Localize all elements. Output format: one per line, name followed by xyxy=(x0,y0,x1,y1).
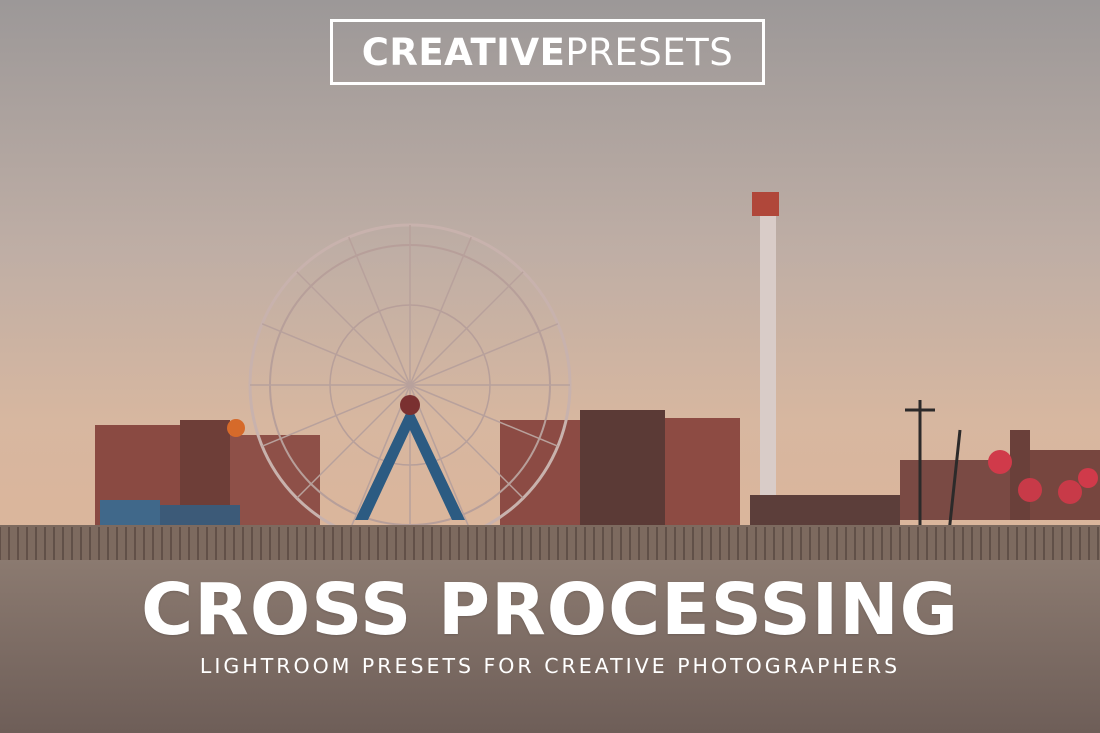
beach-fence xyxy=(0,525,1100,565)
logo-bold-text: CREATIVE xyxy=(361,30,566,74)
logo-light-text: PRESETS xyxy=(565,30,734,74)
hero-image: CREATIVE PRESETS CROSS PROCESSING LIGHTRO… xyxy=(0,0,1100,733)
ferris-wheel xyxy=(248,223,572,547)
headline: CROSS PROCESSING xyxy=(141,568,959,651)
subheadline: LIGHTROOM PRESETS FOR CREATIVE PHOTOGRAP… xyxy=(199,654,901,678)
creative-presets-logo: CREATIVE PRESETS xyxy=(330,19,765,85)
